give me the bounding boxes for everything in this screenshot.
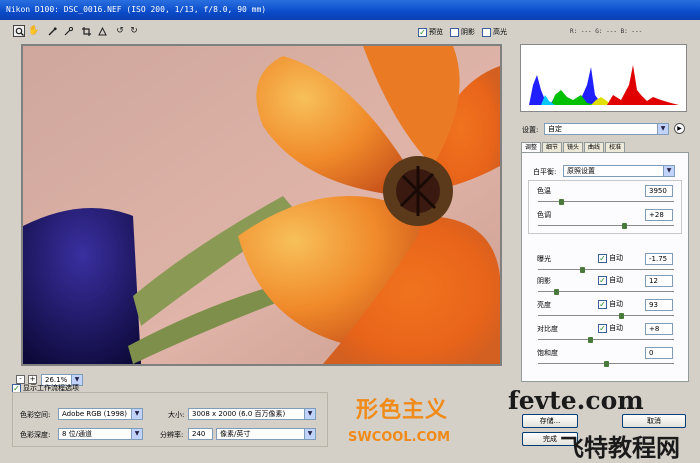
shadows-checkbox[interactable]: 阴影: [450, 26, 475, 38]
slider-track: [538, 225, 674, 226]
colorspace-value: Adobe RGB (1998): [62, 410, 127, 418]
preview-checkbox[interactable]: ✓ 预览: [418, 26, 443, 38]
settings-select[interactable]: 自定 ▼: [544, 123, 669, 135]
image-preview[interactable]: [21, 44, 502, 366]
rotate-right-icon[interactable]: ↻: [128, 25, 140, 37]
settings-value: 自定: [548, 125, 562, 133]
save-button[interactable]: 存储...: [522, 414, 578, 428]
auto-label: 自动: [609, 276, 623, 284]
adjust-slider[interactable]: [538, 289, 674, 295]
auto-checkbox[interactable]: ✓ 自动: [598, 252, 623, 264]
slider-label: 色调: [537, 211, 551, 219]
settings-menu-icon[interactable]: ▶: [674, 123, 685, 134]
hand-icon[interactable]: ✋: [28, 25, 40, 37]
auto-checkbox[interactable]: ✓ 自动: [598, 274, 623, 286]
auto-label: 自动: [609, 254, 623, 262]
slider-value-input[interactable]: 0: [645, 347, 673, 359]
highlights-checkbox[interactable]: 高光: [482, 26, 507, 38]
resolution-unit-select[interactable]: 像素/英寸 ▼: [216, 428, 316, 440]
depth-label: 色彩深度:: [20, 431, 51, 439]
highlights-label: 高光: [493, 28, 507, 36]
checkbox-box: [450, 27, 459, 37]
crop-icon[interactable]: [80, 25, 92, 37]
slider-label: 饱和度: [537, 349, 558, 357]
slider-value-input[interactable]: 12: [645, 275, 673, 287]
rotate-left-icon[interactable]: ↺: [114, 25, 126, 37]
resolution-unit-value: 像素/英寸: [220, 430, 251, 438]
checkmark-icon: ✓: [598, 275, 607, 285]
size-value: 3008 x 2000 (6.0 百万像素): [192, 410, 286, 418]
watermark-fevte-logo: 飞特教程网: [560, 434, 680, 462]
adjust-slider[interactable]: [538, 337, 674, 343]
watermark-swcool-url: SWCOOL.COM: [348, 430, 451, 445]
adjust-slider[interactable]: [538, 267, 674, 273]
white-balance-label: 白平衡:: [533, 168, 557, 176]
straighten-icon[interactable]: [96, 25, 108, 37]
checkmark-icon: ✓: [598, 299, 607, 309]
histogram: [520, 44, 687, 112]
chevron-down-icon: ▼: [131, 429, 142, 439]
chevron-down-icon: ▼: [131, 409, 142, 419]
auto-checkbox[interactable]: ✓ 自动: [598, 322, 623, 334]
resolution-label: 分辨率:: [160, 431, 184, 439]
slider-value-input[interactable]: 3950: [645, 185, 673, 197]
slider-value-input[interactable]: +28: [645, 209, 673, 221]
slider-label: 阴影: [537, 277, 551, 285]
tulip-photo: [23, 46, 500, 364]
rgb-readout: R: --- G: --- B: ---: [570, 28, 643, 35]
slider-value-input[interactable]: 93: [645, 299, 673, 311]
white-balance-value: 原照设置: [567, 167, 595, 175]
colorspace-label: 色彩空间:: [20, 411, 51, 419]
depth-select[interactable]: 8 位/通道 ▼: [58, 428, 143, 440]
zoom-icon[interactable]: [13, 25, 25, 37]
adjust-slider[interactable]: [538, 313, 674, 319]
shadows-label: 阴影: [461, 28, 475, 36]
auto-label: 自动: [609, 324, 623, 332]
checkbox-box: [482, 27, 491, 37]
slider-value-input[interactable]: +8: [645, 323, 673, 335]
slider-label: 对比度: [537, 325, 558, 333]
slider-label: 曝光: [537, 255, 551, 263]
preview-label: 预览: [429, 28, 443, 36]
resolution-input[interactable]: 240: [188, 428, 213, 440]
eyedropper-icon[interactable]: [46, 25, 58, 37]
slider-track: [538, 269, 674, 270]
slider-track: [538, 315, 674, 316]
slider-label: 色温: [537, 187, 551, 195]
color-sampler-icon[interactable]: [62, 25, 74, 37]
checkmark-icon: ✓: [418, 27, 427, 37]
size-select[interactable]: 3008 x 2000 (6.0 百万像素) ▼: [188, 408, 316, 420]
auto-checkbox[interactable]: ✓ 自动: [598, 298, 623, 310]
chevron-down-icon: ▼: [304, 429, 315, 439]
slider-value-input[interactable]: -1.75: [645, 253, 673, 265]
cancel-button[interactable]: 取消: [622, 414, 686, 428]
slider-thumb[interactable]: [622, 223, 627, 229]
depth-value: 8 位/通道: [62, 430, 93, 438]
slider-label: 亮度: [537, 301, 551, 309]
chevron-down-icon: ▼: [304, 409, 315, 419]
watermark-swcool-logo: 形色主义: [356, 398, 449, 423]
adjust-slider[interactable]: [538, 223, 674, 229]
slider-thumb[interactable]: [554, 289, 559, 295]
auto-label: 自动: [609, 300, 623, 308]
histogram-graph: [521, 45, 686, 111]
slider-thumb[interactable]: [588, 337, 593, 343]
adjust-slider[interactable]: [538, 361, 674, 367]
slider-thumb[interactable]: [619, 313, 624, 319]
watermark-fevte-url: fevte.com: [508, 386, 644, 415]
chevron-down-icon: ▼: [663, 166, 674, 176]
settings-label: 设置:: [522, 126, 539, 134]
colorspace-select[interactable]: Adobe RGB (1998) ▼: [58, 408, 143, 420]
checkmark-icon: ✓: [598, 323, 607, 333]
checkmark-icon: ✓: [598, 253, 607, 263]
adjust-slider[interactable]: [538, 199, 674, 205]
chevron-down-icon: ▼: [657, 124, 668, 134]
slider-thumb[interactable]: [580, 267, 585, 273]
slider-track: [538, 339, 674, 340]
white-balance-select[interactable]: 原照设置 ▼: [563, 165, 675, 177]
slider-thumb[interactable]: [604, 361, 609, 367]
size-label: 大小:: [168, 411, 185, 419]
window-title: Nikon D100: DSC_0016.NEF (ISO 200, 1/13,…: [0, 0, 700, 20]
slider-thumb[interactable]: [559, 199, 564, 205]
